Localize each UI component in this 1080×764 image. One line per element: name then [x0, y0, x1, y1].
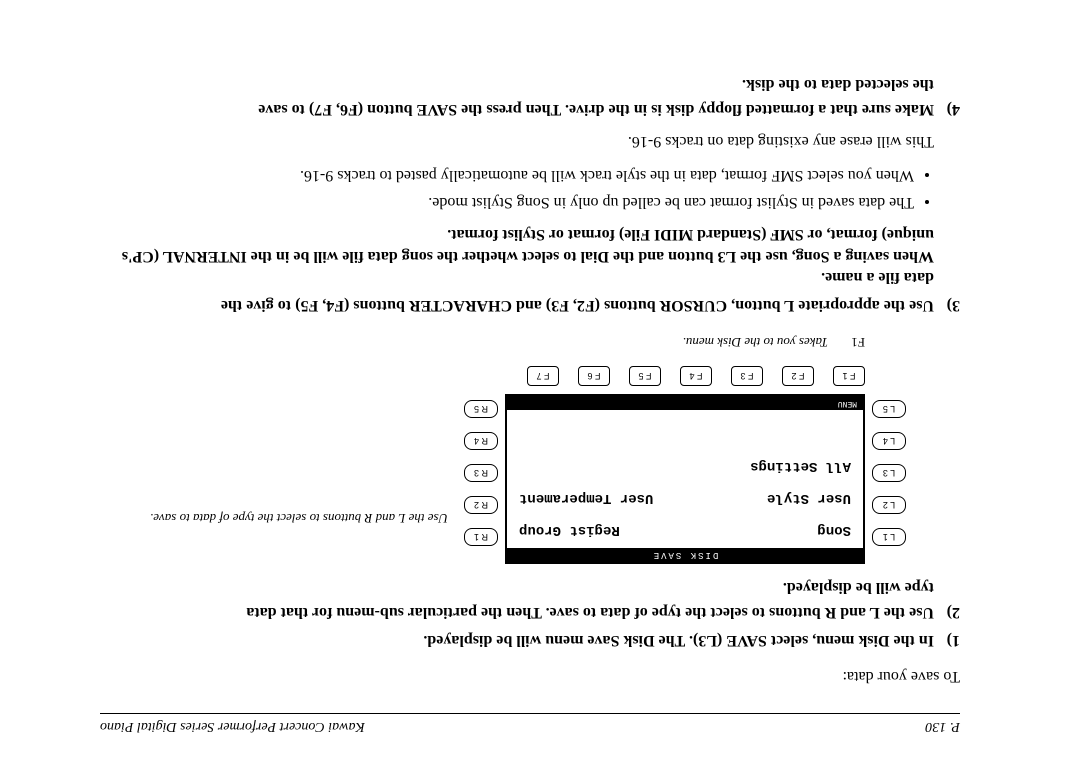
f3-button[interactable]: F 3 — [731, 366, 763, 386]
step-1: 1) In the Disk menu, select SAVE (L3). T… — [100, 629, 960, 651]
screen-diagram: L 1 L 2 L 3 L 4 L 5 DISK SAVE Song Regis… — [100, 354, 960, 564]
step-3-cont2: When saving a Song, use the L3 button an… — [100, 223, 934, 266]
lead-text: To save your data: — [100, 667, 960, 685]
r3-button[interactable]: R 3 — [464, 464, 498, 482]
step-num: 3) — [934, 294, 960, 316]
r-buttons: R 1 R 2 R 3 R 4 R 5 — [464, 400, 498, 546]
bullet-1: The data saved in Stylist format can be … — [100, 192, 914, 214]
sub-note: This will erase any existing data on tra… — [100, 132, 934, 150]
step-2: 2) Use the L and R buttons to select the… — [100, 602, 960, 624]
step-num: 2) — [934, 602, 960, 624]
step-2-cont: type will be displayed. — [100, 578, 934, 596]
f2-button[interactable]: F 2 — [782, 366, 814, 386]
l4-button[interactable]: L 4 — [872, 432, 906, 450]
step-num: 1) — [934, 629, 960, 651]
step-3: 3) Use the appropriate L button, CURSOR … — [100, 294, 960, 316]
f1-button[interactable]: F 1 — [833, 366, 865, 386]
step-4: 4) Make sure that a formatted floppy dis… — [100, 99, 960, 121]
step-text: Make sure that a formatted floppy disk i… — [100, 99, 934, 121]
step-text: Use the appropriate L button, CURSOR but… — [100, 294, 934, 316]
l-buttons: L 1 L 2 L 3 L 4 L 5 — [872, 400, 906, 546]
step-4-cont: the selected data to the disk. — [100, 75, 934, 93]
page-header: P. 130 Kawai Concert Performer Series Di… — [100, 713, 960, 734]
f7-button[interactable]: F 7 — [527, 366, 559, 386]
r5-button[interactable]: R 5 — [464, 400, 498, 418]
screen-title: DISK SAVE — [507, 548, 863, 562]
screen-menubar: MENU — [507, 396, 863, 410]
r4-button[interactable]: R 4 — [464, 432, 498, 450]
l2-button[interactable]: L 2 — [872, 496, 906, 514]
r1-button[interactable]: R 1 — [464, 528, 498, 546]
bullet-list: The data saved in Stylist format can be … — [100, 164, 960, 213]
f1-label: F1 — [851, 335, 865, 350]
page-number: P. 130 — [925, 718, 960, 734]
step-text: In the Disk menu, select SAVE (L3). The … — [100, 629, 934, 651]
f4-button[interactable]: F 4 — [680, 366, 712, 386]
item-song: Song — [817, 522, 851, 538]
annotation-f1: F1 Takes you to the Disk menu. — [100, 334, 865, 350]
step-3-cont1: data file a name. — [100, 267, 934, 289]
f1-text: Takes you to the Disk menu. — [683, 335, 828, 350]
item-utemp: User Temperament — [519, 490, 653, 506]
step-num: 4) — [934, 99, 960, 121]
r2-button[interactable]: R 2 — [464, 496, 498, 514]
l1-button[interactable]: L 1 — [872, 528, 906, 546]
l5-button[interactable]: L 5 — [872, 400, 906, 418]
f6-button[interactable]: F 6 — [578, 366, 610, 386]
item-ustyle: User Style — [767, 490, 851, 506]
lcd-screen: DISK SAVE Song Regist Group User Style U… — [505, 394, 865, 564]
l3-button[interactable]: L 3 — [872, 464, 906, 482]
bullet-2: When you select SMF format, data in the … — [100, 164, 914, 186]
f5-button[interactable]: F 5 — [629, 366, 661, 386]
f-buttons: F 1 F 2 F 3 F 4 F 5 F 6 F 7 — [527, 366, 865, 386]
item-allset: All Settings — [750, 458, 851, 474]
page-title: Kawai Concert Performer Series Digital P… — [100, 718, 365, 734]
annotation-right: Use the L and R buttons to select the ty… — [118, 509, 448, 526]
item-regist: Regist Group — [519, 522, 620, 538]
step-text: Use the L and R buttons to select the ty… — [100, 602, 934, 624]
